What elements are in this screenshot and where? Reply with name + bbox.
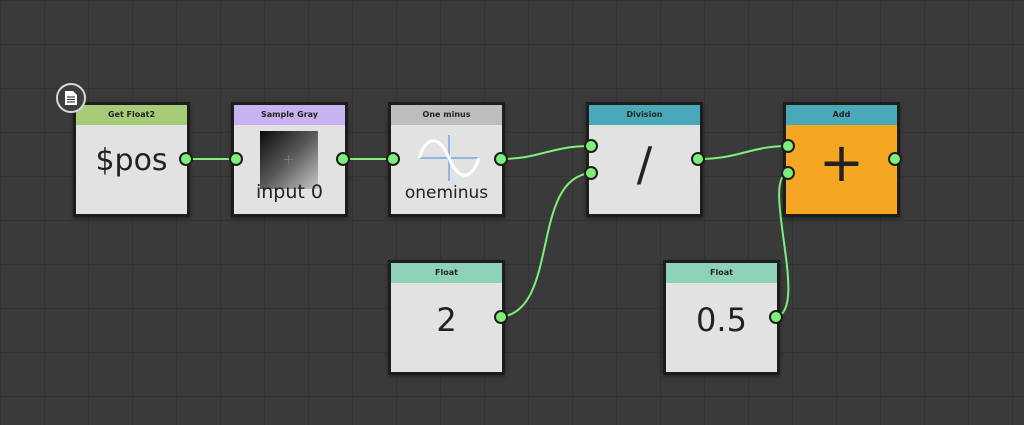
output-port-division[interactable] [691, 152, 705, 166]
input-port-add-a[interactable] [781, 139, 795, 153]
input-port-division-b[interactable] [584, 166, 598, 180]
node-header: Float [666, 263, 777, 283]
divide-symbol: / [636, 137, 653, 191]
input-port-one-minus[interactable] [386, 152, 400, 166]
output-port-one-minus[interactable] [494, 152, 508, 166]
node-get-float2[interactable]: Get Float2 $pos [73, 102, 190, 217]
document-icon-glyph [65, 91, 77, 105]
node-body: / [589, 125, 700, 214]
node-header: Add [786, 105, 897, 125]
node-one-minus[interactable]: One minus oneminus [388, 102, 505, 217]
node-caption: oneminus [404, 183, 489, 203]
node-value: 0.5 [696, 301, 747, 339]
node-value: $pos [95, 143, 168, 178]
input-port-add-b[interactable] [781, 166, 795, 180]
node-header: Division [589, 105, 700, 125]
node-sample-gray[interactable]: Sample Gray input 0 [231, 102, 348, 217]
output-port-add[interactable] [888, 152, 902, 166]
output-port-sample-gray[interactable] [336, 152, 350, 166]
output-port-float-a[interactable] [494, 310, 508, 324]
node-value: 2 [436, 301, 457, 339]
wire-float2-to-division [500, 172, 592, 318]
node-add[interactable]: Add + [783, 102, 900, 217]
node-caption: input 0 [255, 181, 323, 203]
node-float-a[interactable]: Float 2 [388, 260, 505, 375]
wire-division-to-add [697, 145, 789, 160]
wire-oneminus-to-division [500, 145, 592, 160]
node-body: oneminus [391, 125, 502, 214]
node-body: input 0 [234, 125, 345, 214]
node-body: $pos [76, 125, 187, 214]
plus-symbol: + [818, 131, 865, 194]
output-port-get-float2[interactable] [179, 152, 193, 166]
node-division[interactable]: Division / [586, 102, 703, 217]
node-header: Sample Gray [234, 105, 345, 125]
sine-wave-icon [417, 135, 481, 181]
node-header: Float [391, 263, 502, 283]
document-icon[interactable] [56, 83, 86, 113]
input-port-division-a[interactable] [584, 139, 598, 153]
node-header: One minus [391, 105, 502, 125]
node-header: Get Float2 [76, 105, 187, 125]
node-body: + [786, 125, 897, 214]
output-port-float-b[interactable] [769, 310, 783, 324]
input-port-sample-gray[interactable] [229, 152, 243, 166]
node-body: 0.5 [666, 283, 777, 372]
node-body: 2 [391, 283, 502, 372]
node-float-b[interactable]: Float 0.5 [663, 260, 780, 375]
